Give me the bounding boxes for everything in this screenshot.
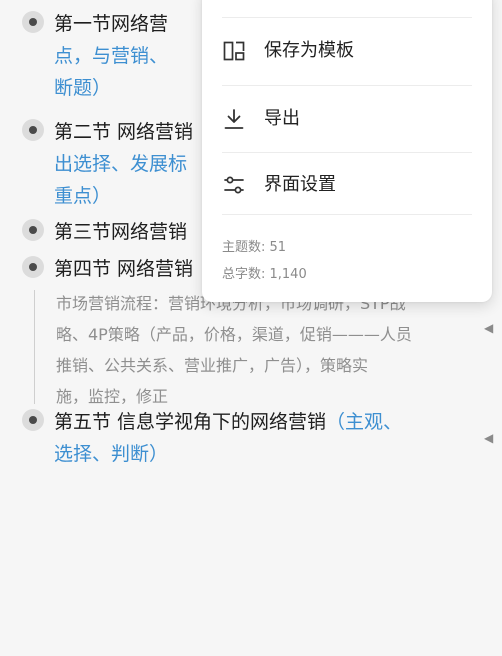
bullet-icon[interactable]	[22, 409, 44, 431]
node-text: 第五节 信息学视角下的网络营销（主观、 选择、判断）	[54, 406, 464, 470]
menu-divider	[222, 214, 472, 215]
menu-divider	[222, 152, 472, 153]
node-title: 第四节 网络营销	[54, 258, 194, 280]
node-title: 第一节网络营	[54, 13, 169, 35]
node-tag: （主观、	[326, 411, 403, 433]
collapse-arrow-icon[interactable]: ◀	[484, 321, 494, 335]
menu-item-label: 导出	[264, 108, 300, 129]
node-note[interactable]: 市场营销流程：营销环境分析，市场调研，STP战 略、4P策略（产品，价格，渠道，…	[56, 288, 456, 412]
node-title: 第五节 信息学视角下的网络营销	[54, 411, 327, 433]
download-icon	[224, 109, 244, 129]
bullet-icon[interactable]	[22, 119, 44, 141]
interface-settings-item[interactable]: 界面设置	[202, 155, 492, 215]
bullet-icon[interactable]	[22, 219, 44, 241]
note-line-2: 略、4P策略（产品，价格，渠道，促销———人员	[56, 325, 412, 344]
menu-item-label: 保存为模板	[264, 40, 354, 61]
node-tag: 点，与营销、	[54, 45, 169, 67]
menu-item-label: 界面设置	[264, 174, 336, 195]
node-title: 第二节 网络营销	[54, 121, 194, 143]
node-tag: 出选择、发展标	[54, 153, 188, 175]
menu-divider	[222, 85, 472, 86]
topic-count: 主题数: 51	[222, 240, 287, 255]
node-tag: 选择、判断）	[54, 443, 169, 465]
note-line-3: 推销、公共关系、营业推广，广告），策略实	[56, 356, 369, 375]
outline-node-5[interactable]: 第五节 信息学视角下的网络营销（主观、 选择、判断）	[22, 406, 462, 470]
template-icon	[223, 41, 245, 61]
note-connector	[34, 290, 35, 404]
more-options-menu: 保存为模板 导出 界面设置 主题数: 51 总字数: 1,140	[202, 0, 492, 302]
word-count: 总字数: 1,140	[222, 267, 307, 282]
collapse-arrow-icon[interactable]: ◀	[484, 431, 494, 445]
node-tag: 断题）	[54, 77, 112, 99]
sliders-icon	[224, 176, 244, 194]
save-as-template-item[interactable]: 保存为模板	[202, 21, 492, 81]
node-tag: 重点）	[54, 185, 112, 207]
bullet-icon[interactable]	[22, 11, 44, 33]
bullet-icon[interactable]	[22, 256, 44, 278]
menu-divider	[222, 17, 472, 18]
export-item[interactable]: 导出	[202, 89, 492, 149]
node-title: 第三节网络营销	[54, 221, 188, 243]
